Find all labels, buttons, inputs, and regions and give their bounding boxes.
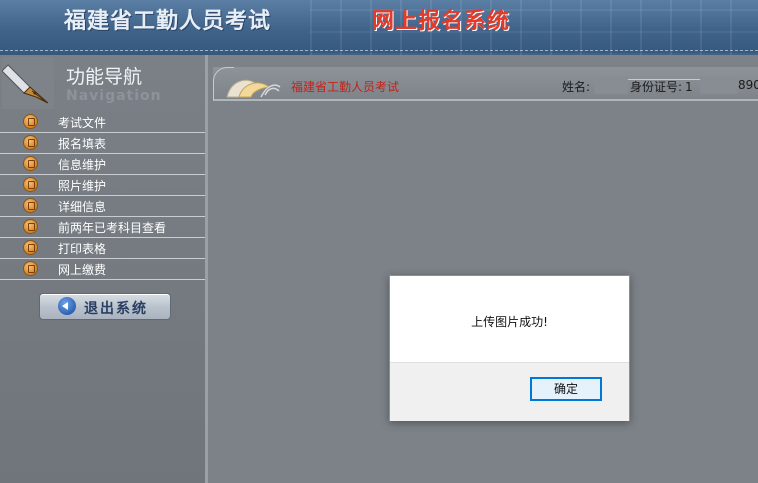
back-arrow-icon: [58, 297, 76, 315]
nav-bullet-icon: [24, 241, 37, 254]
nav-menu: 考试文件 报名填表 信息维护 照片维护 详细信息 前两年已考科目查看 打印表格: [0, 112, 205, 280]
id-number-redacted: [700, 76, 738, 94]
nav-bullet-icon: [24, 115, 37, 128]
nav-bullet-icon: [24, 220, 37, 233]
nav-item-label: 考试文件: [58, 116, 107, 130]
id-number-label: 身份证号: 1: [630, 80, 693, 94]
alert-dialog: 上传图片成功! 确定: [389, 275, 630, 421]
nav-item-label: 信息维护: [58, 158, 107, 172]
header-info-bar: 福建省工勤人员考试 姓名: 身份证号: 1 890: [213, 67, 758, 101]
nav-bullet-icon: [24, 262, 37, 275]
nav-title: 功能导航: [66, 66, 143, 88]
nav-item-online-payment[interactable]: 网上缴费: [0, 259, 205, 280]
ok-button[interactable]: 确定: [530, 377, 602, 401]
dialog-footer: 确定: [390, 362, 629, 421]
nav-item-details[interactable]: 详细信息: [0, 196, 205, 217]
nav-subtitle: Navigation: [66, 88, 162, 104]
nav-item-registration-form[interactable]: 报名填表: [0, 133, 205, 154]
tulip-logo-icon: [226, 79, 281, 98]
logout-label: 退出系统: [84, 301, 148, 317]
nav-item-label: 前两年已考科目查看: [58, 221, 167, 235]
nav-bullet-icon: [24, 157, 37, 170]
nav-item-label: 网上缴费: [58, 263, 107, 277]
nav-item-label: 照片维护: [58, 179, 107, 193]
dialog-message: 上传图片成功!: [471, 315, 548, 329]
logout-button[interactable]: 退出系统: [39, 293, 171, 320]
nav-item-print-form[interactable]: 打印表格: [0, 238, 205, 259]
name-value-redacted: [594, 76, 628, 94]
nav-item-info-maintenance[interactable]: 信息维护: [0, 154, 205, 175]
nav-bullet-icon: [24, 199, 37, 212]
nav-header: 功能导航 Navigation: [0, 55, 205, 111]
header-bar-title: 福建省工勤人员考试: [291, 80, 400, 94]
nav-bullet-icon: [24, 178, 37, 191]
nav-item-photo-maintenance[interactable]: 照片维护: [0, 175, 205, 196]
id-number-tail: 890: [738, 78, 758, 92]
fountain-pen-icon: [2, 57, 54, 109]
name-label: 姓名:: [562, 80, 591, 94]
top-banner: 福建省工勤人员考试 网上报名系统: [0, 0, 758, 55]
banner-divider: [0, 50, 758, 52]
nav-item-label: 详细信息: [58, 200, 107, 214]
banner-title: 福建省工勤人员考试: [64, 8, 272, 34]
nav-item-label: 打印表格: [58, 242, 107, 256]
nav-item-label: 报名填表: [58, 137, 107, 151]
nav-bullet-icon: [24, 136, 37, 149]
nav-item-exam-files[interactable]: 考试文件: [0, 112, 205, 133]
sidebar: 功能导航 Navigation 考试文件 报名填表 信息维护 照片维护 详细信息…: [0, 55, 205, 483]
nav-item-past-subjects[interactable]: 前两年已考科目查看: [0, 217, 205, 238]
banner-system-title: 网上报名系统: [372, 8, 511, 34]
